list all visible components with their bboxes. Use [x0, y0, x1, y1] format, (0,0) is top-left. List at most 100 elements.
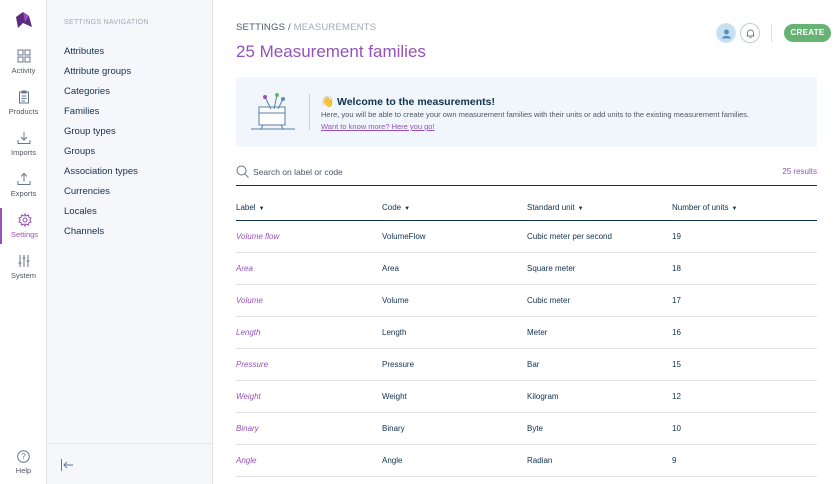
nav-imports[interactable]: Imports — [0, 131, 47, 171]
cell-unit-count: 12 — [672, 380, 817, 413]
settings-nav-item-categories[interactable]: Categories — [64, 86, 110, 97]
column-header-code[interactable]: Code ▼ — [382, 196, 527, 221]
wave-emoji: 👋 — [321, 96, 335, 108]
svg-text:?: ? — [21, 452, 26, 461]
cell-code: Area — [382, 252, 527, 285]
welcome-description: Here, you will be able to create your ow… — [321, 110, 750, 119]
nav-products-label: Products — [8, 107, 39, 116]
cell-unit-count: 15 — [672, 348, 817, 381]
help-button[interactable]: ? Help — [0, 450, 47, 475]
cell-label: Area — [236, 252, 382, 285]
cell-standard-unit: Bar — [527, 348, 672, 381]
table-row[interactable]: Volume Volume Cubic meter 17 — [236, 284, 817, 317]
cell-code: Length — [382, 316, 527, 349]
user-menu-button[interactable] — [716, 23, 736, 43]
table-row[interactable]: Pressure Pressure Bar 15 — [236, 348, 817, 381]
table-row[interactable]: Area Area Square meter 18 — [236, 252, 817, 285]
settings-nav-item-channels[interactable]: Channels — [64, 226, 104, 237]
cell-code: Weight — [382, 380, 527, 413]
column-header-standard-unit[interactable]: Standard unit ▼ — [527, 196, 672, 221]
import-icon — [17, 132, 30, 144]
settings-nav-item-group-types[interactable]: Group types — [64, 126, 116, 137]
measurement-families-table: Label ▼ Code ▼ Standard unit ▼ Number of un… — [236, 196, 817, 477]
column-header-code-text: Code — [382, 203, 402, 213]
breadcrumb-measurements: MEASUREMENTS — [293, 22, 377, 33]
cell-label: Pressure — [236, 348, 382, 381]
settings-nav-item-attribute-groups[interactable]: Attribute groups — [64, 66, 131, 77]
settings-nav-item-currencies[interactable]: Currencies — [64, 186, 110, 197]
nav-activity-label: Activity — [11, 66, 36, 75]
nav-exports[interactable]: Exports — [0, 172, 47, 212]
cell-code: Binary — [382, 412, 527, 445]
nav-imports-label: Imports — [10, 148, 36, 157]
table-row[interactable]: Volume flow VolumeFlow Cubic meter per sec… — [236, 220, 817, 253]
column-header-label-text: Label — [236, 203, 256, 213]
learn-more-link[interactable]: Want to know more? Here you go! — [321, 122, 435, 131]
main-navigation: Activity Products Imports Exports Settin… — [0, 0, 47, 484]
table-row[interactable]: Length Length Meter 16 — [236, 316, 817, 349]
cell-unit-count: 18 — [672, 252, 817, 285]
cell-standard-unit: Byte — [527, 412, 672, 445]
nav-system-label: System — [10, 271, 36, 280]
cell-standard-unit: Radian — [527, 444, 672, 477]
column-header-label[interactable]: Label ▼ — [236, 196, 382, 221]
table-row[interactable]: Binary Binary Byte 10 — [236, 412, 817, 445]
export-icon — [17, 172, 30, 185]
nav-products[interactable]: Products — [0, 90, 47, 130]
cell-unit-count: 17 — [672, 284, 817, 317]
gear-icon — [17, 213, 32, 227]
breadcrumb: SETTINGS / MEASUREMENTS — [236, 22, 376, 33]
sort-caret-icon: ▼ — [731, 206, 738, 213]
cell-standard-unit: Cubic meter — [527, 284, 672, 317]
akeneo-logo-icon[interactable] — [12, 9, 34, 31]
collapse-panel-icon[interactable] — [60, 458, 74, 472]
settings-nav-item-locales[interactable]: Locales — [64, 206, 97, 217]
cell-label: Length — [236, 316, 382, 349]
column-header-number-of-units[interactable]: Number of units ▼ — [672, 196, 817, 221]
cell-unit-count: 9 — [672, 444, 817, 477]
table-row[interactable]: Angle Angle Radian 9 — [236, 444, 817, 477]
cell-code: VolumeFlow — [382, 220, 527, 253]
nav-exports-label: Exports — [10, 189, 37, 198]
breadcrumb-settings[interactable]: SETTINGS — [236, 22, 285, 33]
cell-code: Angle — [382, 444, 527, 477]
cell-label: Binary — [236, 412, 382, 445]
collapse-panel-area — [47, 443, 213, 484]
settings-nav-item-groups[interactable]: Groups — [64, 146, 95, 157]
column-header-number-of-units-text: Number of units — [672, 203, 729, 213]
settings-nav-item-association-types[interactable]: Association types — [64, 166, 138, 177]
settings-nav-item-attributes[interactable]: Attributes — [64, 46, 104, 57]
cell-code: Pressure — [382, 348, 527, 381]
dashboard-icon — [17, 49, 30, 63]
settings-nav-item-families[interactable]: Families — [64, 106, 99, 117]
nav-system[interactable]: System — [0, 254, 47, 294]
cell-unit-count: 16 — [672, 316, 817, 349]
nav-settings[interactable]: Settings — [0, 208, 47, 244]
nav-activity[interactable]: Activity — [0, 49, 47, 89]
help-label: Help — [15, 466, 32, 475]
search-input[interactable] — [253, 164, 653, 180]
cell-label: Volume flow — [236, 220, 382, 253]
welcome-divider — [309, 94, 310, 130]
table-header-row: Label ▼ Code ▼ Standard unit ▼ Number of un… — [236, 196, 817, 221]
page-title: 25 Measurement families — [236, 42, 426, 61]
cell-label: Angle — [236, 444, 382, 477]
measurement-illustration-icon — [251, 93, 295, 130]
cell-standard-unit: Square meter — [527, 252, 672, 285]
user-avatar-icon — [722, 29, 731, 39]
table-row[interactable]: Weight Weight Kilogram 12 — [236, 380, 817, 413]
sort-caret-icon: ▼ — [404, 206, 411, 213]
notifications-button[interactable] — [740, 23, 760, 43]
search-icon — [236, 165, 249, 178]
main-content: SETTINGS / MEASUREMENTS 25 Measurement f… — [213, 0, 840, 484]
cell-label: Volume — [236, 284, 382, 317]
cell-code: Volume — [382, 284, 527, 317]
cell-standard-unit: Cubic meter per second — [527, 220, 672, 253]
settings-navigation: SETTINGS NAVIGATION Attributes Attribute… — [47, 0, 213, 484]
nav-settings-label: Settings — [10, 230, 39, 239]
help-icon: ? — [17, 450, 30, 463]
clipboard-icon — [18, 90, 29, 104]
create-button[interactable]: CREATE — [784, 24, 831, 42]
sort-caret-icon: ▼ — [258, 206, 265, 213]
bell-icon — [746, 29, 755, 39]
